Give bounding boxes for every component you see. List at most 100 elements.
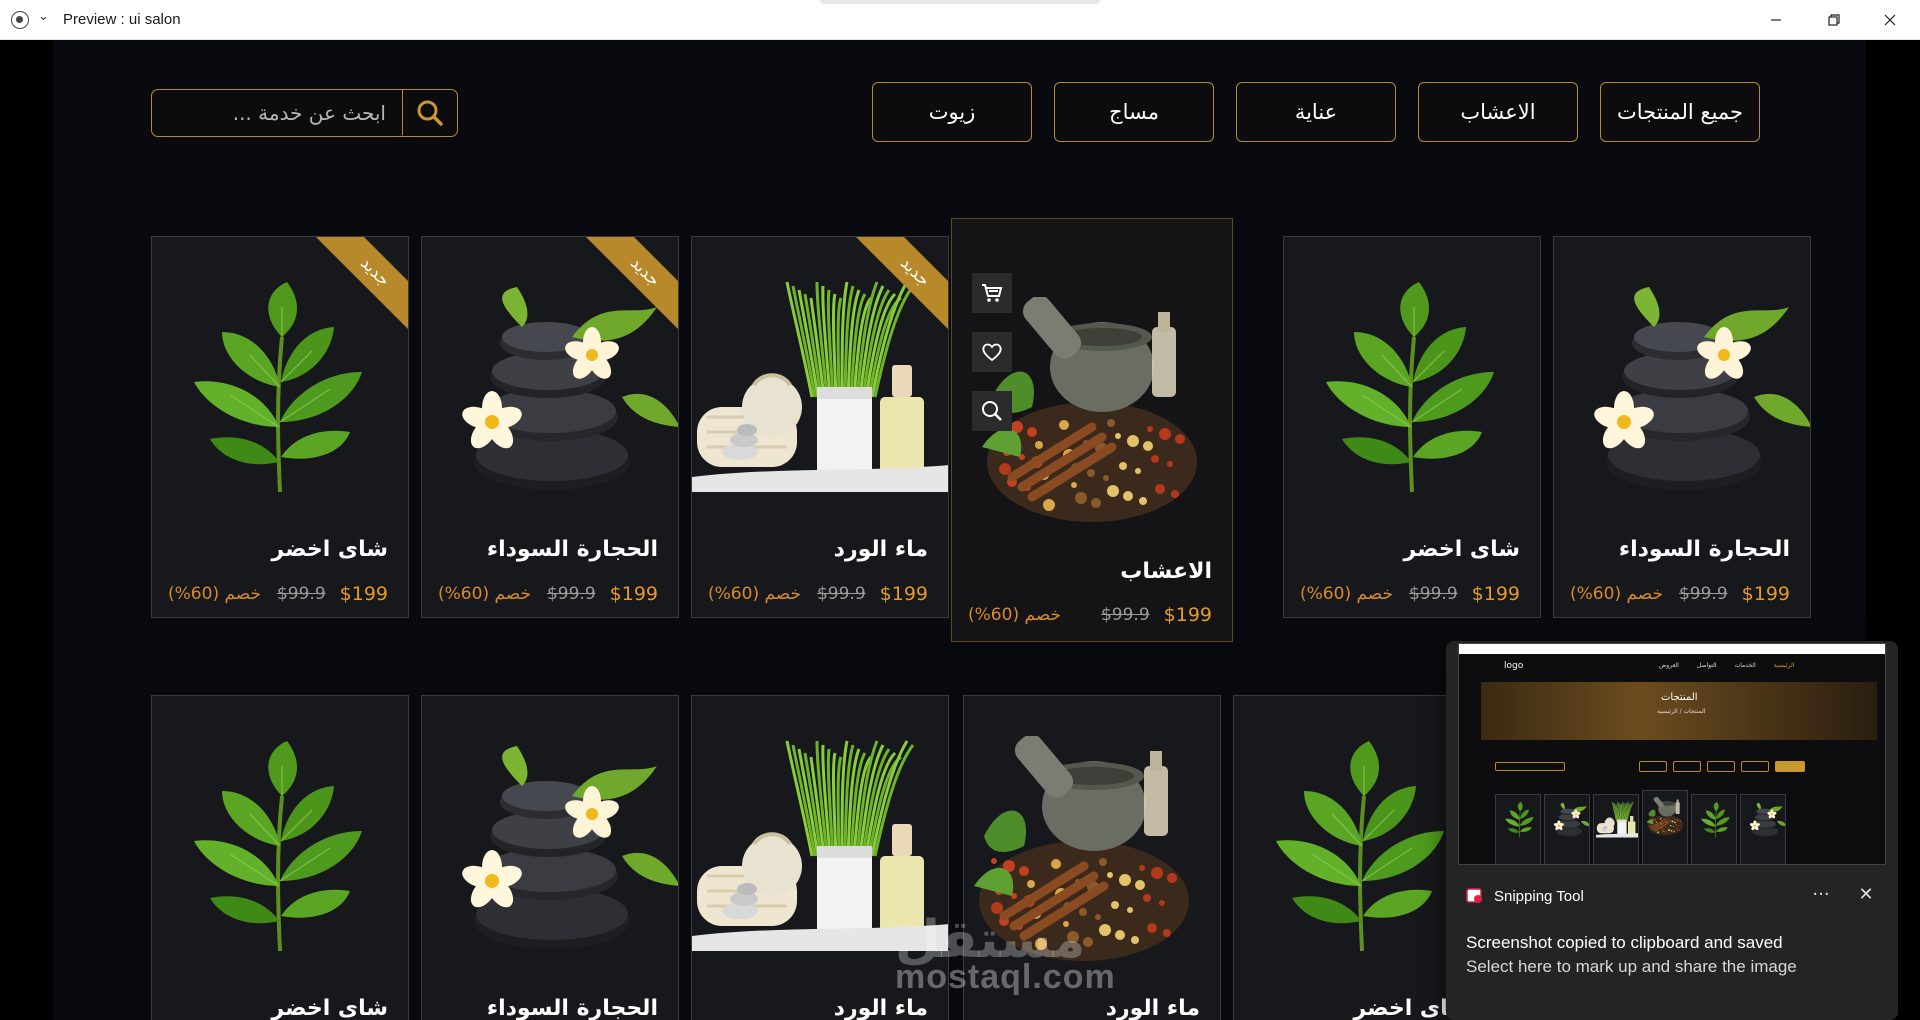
product-image[interactable] bbox=[152, 277, 408, 507]
product-card[interactable]: جديد الحجارة السوداء $199 $99.9 خصم (60%… bbox=[421, 236, 679, 618]
thumb-hero: المنتجات المنتجات / الرئيسية bbox=[1481, 682, 1877, 740]
toast-message: Screenshot copied to clipboard and saved bbox=[1466, 933, 1783, 952]
search-box bbox=[151, 89, 458, 137]
product-old-price: $99.9 bbox=[1678, 584, 1728, 604]
thumb-card-image bbox=[1498, 801, 1540, 841]
product-price: $199 bbox=[609, 583, 658, 605]
toast-more-button[interactable]: ··· bbox=[1806, 884, 1836, 905]
product-card[interactable]: الاعشاب $199 $99.9 خصم (60%) bbox=[951, 218, 1233, 642]
product-image[interactable] bbox=[422, 277, 678, 507]
snipping-tool-notification[interactable]: logo الرئيسية الخدمات التواصل العروض المنتج… bbox=[1446, 641, 1898, 1020]
restore-button[interactable] bbox=[1806, 0, 1862, 40]
product-title[interactable]: ماء الورد bbox=[1106, 996, 1200, 1020]
price-row: $199 $99.9 خصم (60%) bbox=[1300, 582, 1520, 606]
thumb-tab bbox=[1673, 761, 1701, 772]
search-button[interactable] bbox=[402, 90, 457, 135]
minimize-button[interactable] bbox=[1748, 0, 1804, 40]
discount-label: خصم (60%) bbox=[438, 584, 532, 604]
product-title[interactable]: ماء الورد bbox=[834, 996, 928, 1020]
product-price: $199 bbox=[339, 583, 388, 605]
price-row: $199 $99.9 خصم (60%) bbox=[968, 603, 1212, 627]
close-icon bbox=[1884, 14, 1896, 26]
thumb-tab-active bbox=[1775, 761, 1805, 772]
product-image[interactable] bbox=[1284, 277, 1540, 507]
thumb-tab bbox=[1707, 761, 1735, 772]
thumb-breadcrumb: المنتجات / الرئيسية bbox=[1657, 708, 1706, 715]
thumb-nav-item: الرئيسية bbox=[1773, 662, 1795, 669]
product-card[interactable]: جديد شاى اخضر $199 $99.9 خصم (60%) bbox=[151, 236, 409, 618]
product-image[interactable] bbox=[152, 736, 408, 966]
tab-all-products[interactable]: جميع المنتجات bbox=[1600, 82, 1760, 142]
price-row: $199 $99.9 خصم (60%) bbox=[1570, 582, 1790, 606]
thumb-nav-item: الخدمات bbox=[1734, 662, 1756, 669]
thumb-card-image bbox=[1547, 801, 1589, 841]
toast-app-name: Snipping Tool bbox=[1494, 887, 1584, 905]
thumb-heading: المنتجات bbox=[1661, 692, 1698, 703]
tab-label: مساج bbox=[1109, 100, 1159, 124]
cart-button[interactable] bbox=[972, 273, 1012, 313]
product-price: $199 bbox=[879, 583, 928, 605]
product-old-price: $99.9 bbox=[1408, 584, 1458, 604]
thumb-tab bbox=[1639, 761, 1667, 772]
toast-submessage: Select here to mark up and share the ima… bbox=[1466, 957, 1797, 976]
product-card[interactable]: جديد ماء الورد $199 $99.9 خصم (60%) bbox=[691, 236, 949, 618]
tab-massage[interactable]: مساج bbox=[1054, 82, 1214, 142]
watermark-text: mostaql.com bbox=[895, 958, 1116, 996]
thumb-card bbox=[1740, 794, 1786, 864]
product-price: $199 bbox=[1163, 604, 1212, 626]
close-window-button[interactable] bbox=[1862, 0, 1918, 40]
toast-close-button[interactable]: ✕ bbox=[1854, 884, 1878, 905]
search-input[interactable] bbox=[152, 90, 402, 135]
product-old-price: $99.9 bbox=[546, 584, 596, 604]
thumb-nav-item: العروض bbox=[1659, 662, 1679, 669]
titlebar-drag-pill[interactable] bbox=[820, 0, 1100, 4]
thumb-card bbox=[1593, 794, 1639, 864]
product-title[interactable]: الاعشاب bbox=[1120, 559, 1212, 584]
price-row: $199 $99.9 خصم (60%) bbox=[708, 582, 928, 606]
app-icon[interactable] bbox=[11, 11, 29, 29]
product-title[interactable]: الحجارة السوداء bbox=[487, 537, 658, 562]
product-title[interactable]: الحجارة السوداء bbox=[1619, 537, 1790, 562]
product-old-price: $99.9 bbox=[816, 584, 866, 604]
discount-label: خصم (60%) bbox=[168, 584, 262, 604]
discount-label: خصم (60%) bbox=[708, 584, 802, 604]
thumb-card bbox=[1544, 794, 1590, 864]
tab-herbs[interactable]: الاعشاب bbox=[1418, 82, 1578, 142]
discount-label: خصم (60%) bbox=[968, 605, 1062, 625]
thumb-card bbox=[1495, 794, 1541, 864]
discount-label: خصم (60%) bbox=[1300, 584, 1394, 604]
product-title[interactable]: شاى اخضر bbox=[272, 996, 388, 1020]
product-card[interactable]: الحجارة السوداء $199 $99.9 خصم (60%) bbox=[1553, 236, 1811, 618]
product-title[interactable]: شاى اخضر bbox=[1404, 537, 1520, 562]
price-row: $199 $99.9 خصم (60%) bbox=[168, 582, 388, 606]
product-title[interactable]: الحجارة السوداء bbox=[487, 996, 658, 1020]
thumb-titlebar bbox=[1459, 644, 1885, 654]
product-card[interactable]: شاى اخضر $199 $99.9 خصم (60%) bbox=[1283, 236, 1541, 618]
product-image[interactable] bbox=[422, 736, 678, 966]
product-old-price: $99.9 bbox=[1100, 605, 1150, 625]
product-title[interactable]: شاى اخضر bbox=[272, 537, 388, 562]
product-image[interactable] bbox=[1554, 277, 1810, 507]
tab-label: زيوت bbox=[928, 100, 976, 124]
tab-label: جميع المنتجات bbox=[1616, 100, 1744, 124]
cart-icon bbox=[982, 284, 1003, 302]
minimize-icon bbox=[1771, 19, 1781, 21]
tab-oils[interactable]: زيوت bbox=[872, 82, 1032, 142]
heart-icon bbox=[982, 343, 1002, 362]
tab-label: الاعشاب bbox=[1460, 100, 1536, 124]
heart-button[interactable] bbox=[972, 332, 1012, 372]
thumb-logo: logo bbox=[1504, 661, 1524, 671]
product-price: $199 bbox=[1471, 583, 1520, 605]
product-image[interactable] bbox=[692, 277, 948, 507]
zoom-button[interactable] bbox=[972, 391, 1012, 431]
product-title[interactable]: ماء الورد bbox=[834, 537, 928, 562]
window-title: Preview : ui salon bbox=[63, 11, 181, 28]
product-card[interactable]: شاى اخضر bbox=[151, 695, 409, 1020]
tab-label: عناية bbox=[1294, 100, 1338, 124]
screenshot-thumbnail[interactable]: logo الرئيسية الخدمات التواصل العروض المنتج… bbox=[1458, 643, 1886, 865]
restore-icon bbox=[1828, 14, 1840, 26]
tab-care[interactable]: عناية bbox=[1236, 82, 1396, 142]
thumb-card-image bbox=[1596, 801, 1638, 841]
chevron-down-icon[interactable]: ⌄ bbox=[38, 10, 52, 24]
product-card[interactable]: الحجارة السوداء bbox=[421, 695, 679, 1020]
